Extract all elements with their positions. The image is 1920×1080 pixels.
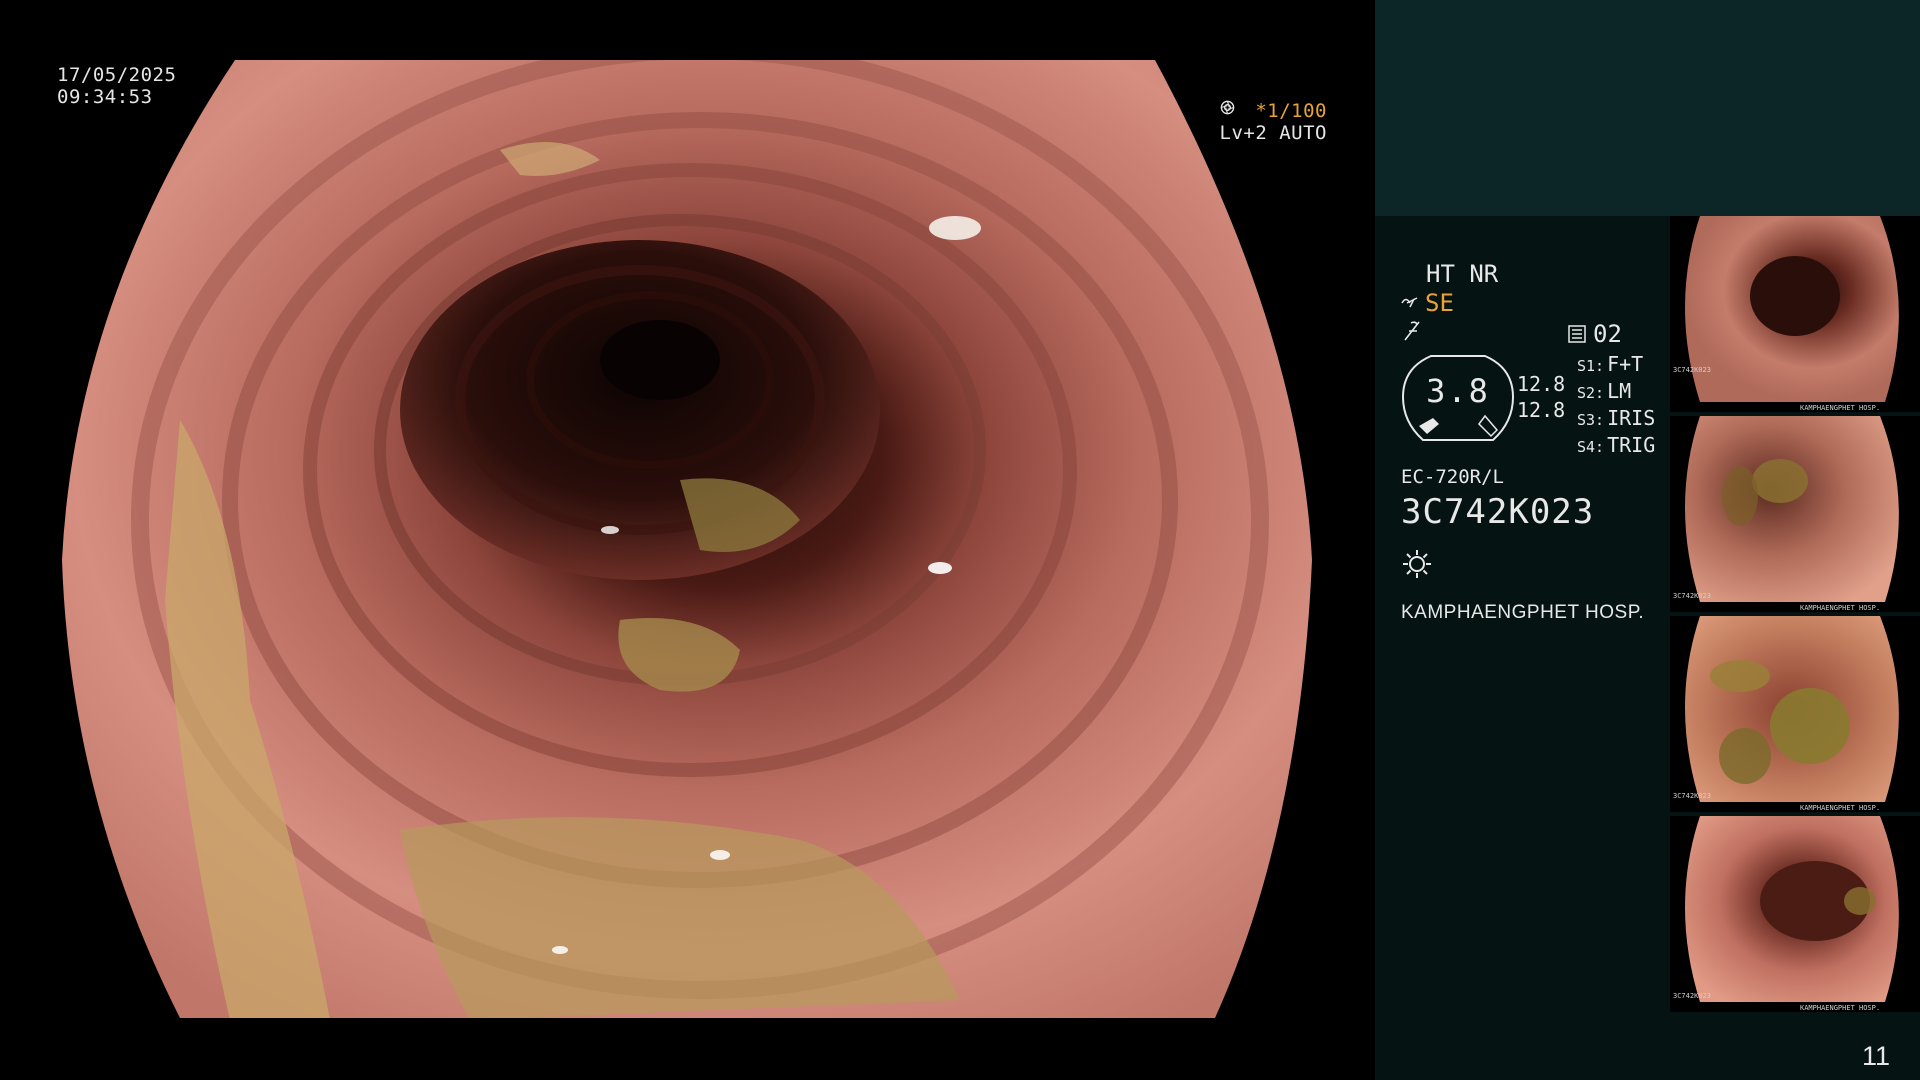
structure-icon: [1401, 297, 1418, 308]
thumbnail-2[interactable]: 3C742K023 KAMPHAENGPHET HOSP.: [1670, 416, 1920, 612]
structure-enhance: SE: [1401, 289, 1454, 317]
processor-info: HT NR SE 02 3.8 12.8 12.8 S1: F+T S2: LM…: [1401, 240, 1671, 640]
se-value: SE: [1425, 289, 1454, 317]
thumbnail-4-hospital: KAMPHAENGPHET HOSP.: [1800, 1004, 1881, 1012]
exposure-overlay: *1/100 Lv+2 AUTO: [1220, 100, 1327, 144]
gauge-pointer-left: [1419, 418, 1439, 434]
scope-model: EC-720R/L: [1401, 466, 1504, 488]
gauge-pointer-right: [1478, 414, 1499, 438]
thumbnail-4[interactable]: 3C742K023 KAMPHAENGPHET HOSP.: [1670, 816, 1920, 1012]
switch-s3: S3: IRIS: [1577, 406, 1656, 430]
thumbnail-strip: 3C742K023 KAMPHAENGPHET HOSP. 3C742K023 …: [1670, 216, 1920, 1016]
capture-date: 17/05/2025: [57, 64, 177, 86]
switch-s1: S1: F+T: [1577, 352, 1644, 376]
panel-header-area: [1375, 0, 1920, 216]
reading-2: 12.8: [1517, 398, 1566, 422]
reading-1: 12.8: [1517, 372, 1566, 396]
date-time-overlay: 17/05/2025 09:34:53: [57, 64, 176, 108]
scope-serial: 3C742K023: [1401, 492, 1595, 532]
switch-s4: S4: TRIG: [1577, 433, 1656, 457]
memory-icon: [1568, 325, 1586, 343]
thumbnail-1-serial: 3C742K023: [1673, 366, 1711, 374]
thumbnail-3[interactable]: 3C742K023 KAMPHAENGPHET HOSP.: [1670, 616, 1920, 812]
shutter-speed: *1/100: [1255, 100, 1327, 122]
thumbnail-4-serial: 3C742K023: [1673, 992, 1711, 1000]
thumbnail-2-hospital: KAMPHAENGPHET HOSP.: [1800, 604, 1881, 612]
switch-s2: S2: LM: [1577, 379, 1632, 403]
iris-icon: [1220, 100, 1234, 115]
exposure-level: Lv+2 AUTO: [1219, 122, 1327, 144]
filter-icon: [1401, 320, 1423, 348]
gauge-value: 3.8: [1426, 372, 1490, 410]
memory-slot: 02: [1567, 320, 1622, 348]
hospital-name: KAMPHAENGPHET HOSP.: [1401, 602, 1645, 623]
thumbnail-2-serial: 3C742K023: [1673, 592, 1711, 600]
thumbnail-3-serial: 3C742K023: [1673, 792, 1711, 800]
thumbnail-1-hospital: KAMPHAENGPHET HOSP.: [1800, 404, 1881, 412]
info-panel: HT NR SE 02 3.8 12.8 12.8 S1: F+T S2: LM…: [1375, 216, 1920, 1080]
endoscopic-view: 17/05/2025 09:34:53 *1/100 Lv+2 AUTO: [0, 0, 1375, 1080]
capture-time: 09:34:53: [57, 86, 153, 108]
light-source-icon: [1403, 550, 1431, 578]
memory-value: 02: [1593, 320, 1622, 348]
colon-lumen-image: [62, 60, 1312, 1018]
ht-nr-label: HT NR: [1426, 260, 1499, 288]
thumbnail-1[interactable]: 3C742K023 KAMPHAENGPHET HOSP.: [1670, 216, 1920, 412]
page-number: 11: [1861, 1041, 1890, 1071]
thumbnail-3-hospital: KAMPHAENGPHET HOSP.: [1800, 804, 1881, 812]
scope-switch-list: S1: F+T S2: LM S3: IRIS S4: TRIG: [1577, 352, 1655, 460]
